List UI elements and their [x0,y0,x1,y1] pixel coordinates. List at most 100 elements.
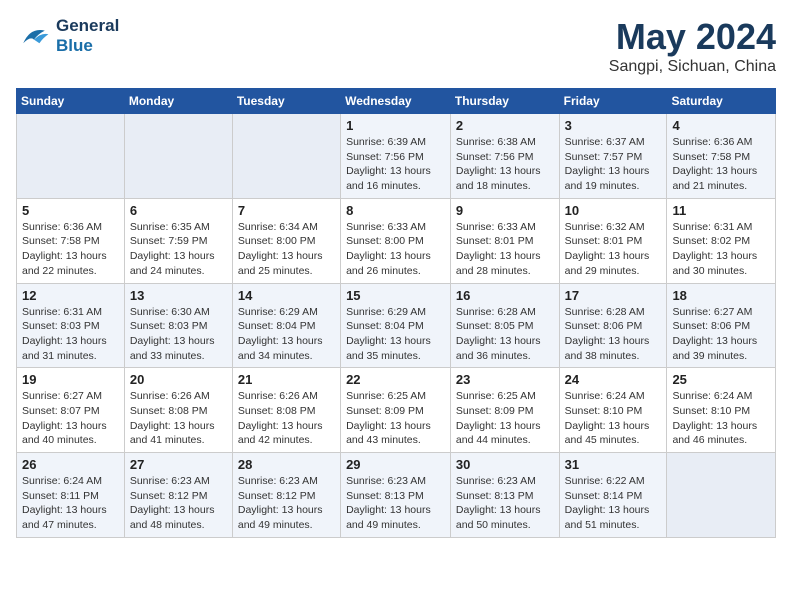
logo: General Blue [16,16,119,56]
calendar-cell: 22 Sunrise: 6:25 AMSunset: 8:09 PMDayligh… [341,368,451,453]
calendar-cell: 29 Sunrise: 6:23 AMSunset: 8:13 PMDayligh… [341,453,451,538]
calendar-cell: 5Sunrise: 6:36 AMSunset: 7:58 PMDaylight… [17,198,125,283]
day-number: 9 [456,203,554,218]
day-info: Sunrise: 6:33 AMSunset: 8:01 PMDaylight:… [456,220,554,279]
day-info: Sunrise: 6:24 AMSunset: 8:10 PMDaylight:… [672,389,770,448]
calendar-cell: 13 Sunrise: 6:30 AMSunset: 8:03 PMDayligh… [124,283,232,368]
calendar-cell: 23Sunrise: 6:25 AMSunset: 8:09 PMDayligh… [450,368,559,453]
calendar-cell: 10 Sunrise: 6:32 AMSunset: 8:01 PMDayligh… [559,198,667,283]
calendar-cell: 28 Sunrise: 6:23 AMSunset: 8:12 PMDayligh… [232,453,340,538]
calendar-cell [124,114,232,199]
day-number: 21 [238,372,335,387]
day-info: Sunrise: 6:23 AMSunset: 8:12 PMDaylight:… [238,474,335,533]
day-info: Sunrise: 6:31 AMSunset: 8:03 PMDaylight:… [22,305,119,364]
logo-text: General Blue [56,16,119,56]
weekday-header-thursday: Thursday [450,89,559,114]
day-info: Sunrise: 6:23 AMSunset: 8:13 PMDaylight:… [456,474,554,533]
day-info: Sunrise: 6:38 AMSunset: 7:56 PMDaylight:… [456,135,554,194]
day-info: Sunrise: 6:24 AMSunset: 8:11 PMDaylight:… [22,474,119,533]
calendar-cell: 21 Sunrise: 6:26 AMSunset: 8:08 PMDayligh… [232,368,340,453]
day-info: Sunrise: 6:39 AMSunset: 7:56 PMDaylight:… [346,135,445,194]
day-number: 25 [672,372,770,387]
calendar-week-row: 26 Sunrise: 6:24 AMSunset: 8:11 PMDayligh… [17,453,776,538]
month-title: May 2024 [609,16,776,58]
day-number: 24 [565,372,662,387]
day-info: Sunrise: 6:37 AMSunset: 7:57 PMDaylight:… [565,135,662,194]
weekday-header-saturday: Saturday [667,89,776,114]
day-info: Sunrise: 6:25 AMSunset: 8:09 PMDaylight:… [456,389,554,448]
day-number: 11 [672,203,770,218]
day-number: 19 [22,372,119,387]
day-number: 3 [565,118,662,133]
calendar-cell: 6 Sunrise: 6:35 AMSunset: 7:59 PMDaylight… [124,198,232,283]
day-number: 13 [130,288,227,303]
day-number: 4 [672,118,770,133]
calendar-cell: 15Sunrise: 6:29 AMSunset: 8:04 PMDayligh… [341,283,451,368]
day-number: 28 [238,457,335,472]
day-info: Sunrise: 6:32 AMSunset: 8:01 PMDaylight:… [565,220,662,279]
calendar-cell: 7 Sunrise: 6:34 AMSunset: 8:00 PMDaylight… [232,198,340,283]
weekday-header-sunday: Sunday [17,89,125,114]
day-info: Sunrise: 6:34 AMSunset: 8:00 PMDaylight:… [238,220,335,279]
day-number: 14 [238,288,335,303]
calendar-table: SundayMondayTuesdayWednesdayThursdayFrid… [16,88,776,538]
day-number: 15 [346,288,445,303]
day-info: Sunrise: 6:26 AMSunset: 8:08 PMDaylight:… [130,389,227,448]
day-number: 17 [565,288,662,303]
day-number: 7 [238,203,335,218]
calendar-cell [232,114,340,199]
calendar-cell: 3 Sunrise: 6:37 AMSunset: 7:57 PMDaylight… [559,114,667,199]
calendar-cell: 26 Sunrise: 6:24 AMSunset: 8:11 PMDayligh… [17,453,125,538]
weekday-header-friday: Friday [559,89,667,114]
logo-bird-icon [16,18,52,54]
calendar-week-row: 19 Sunrise: 6:27 AMSunset: 8:07 PMDayligh… [17,368,776,453]
calendar-cell: 30Sunrise: 6:23 AMSunset: 8:13 PMDayligh… [450,453,559,538]
calendar-cell: 25 Sunrise: 6:24 AMSunset: 8:10 PMDayligh… [667,368,776,453]
calendar-cell: 17Sunrise: 6:28 AMSunset: 8:06 PMDayligh… [559,283,667,368]
day-number: 20 [130,372,227,387]
weekday-header-tuesday: Tuesday [232,89,340,114]
calendar-cell: 9 Sunrise: 6:33 AMSunset: 8:01 PMDaylight… [450,198,559,283]
title-block: May 2024 Sangpi, Sichuan, China [609,16,776,76]
day-info: Sunrise: 6:27 AMSunset: 8:06 PMDaylight:… [672,305,770,364]
day-number: 31 [565,457,662,472]
weekday-header-monday: Monday [124,89,232,114]
day-number: 10 [565,203,662,218]
calendar-header-row: SundayMondayTuesdayWednesdayThursdayFrid… [17,89,776,114]
calendar-cell: 2Sunrise: 6:38 AMSunset: 7:56 PMDaylight… [450,114,559,199]
day-info: Sunrise: 6:23 AMSunset: 8:13 PMDaylight:… [346,474,445,533]
day-number: 16 [456,288,554,303]
calendar-week-row: 1Sunrise: 6:39 AMSunset: 7:56 PMDaylight… [17,114,776,199]
calendar-cell [667,453,776,538]
day-info: Sunrise: 6:30 AMSunset: 8:03 PMDaylight:… [130,305,227,364]
day-info: Sunrise: 6:22 AMSunset: 8:14 PMDaylight:… [565,474,662,533]
day-info: Sunrise: 6:36 AMSunset: 7:58 PMDaylight:… [672,135,770,194]
day-number: 5 [22,203,119,218]
calendar-week-row: 12 Sunrise: 6:31 AMSunset: 8:03 PMDayligh… [17,283,776,368]
day-info: Sunrise: 6:25 AMSunset: 8:09 PMDaylight:… [346,389,445,448]
day-number: 26 [22,457,119,472]
day-info: Sunrise: 6:29 AMSunset: 8:04 PMDaylight:… [238,305,335,364]
calendar-cell [17,114,125,199]
day-info: Sunrise: 6:35 AMSunset: 7:59 PMDaylight:… [130,220,227,279]
calendar-week-row: 5Sunrise: 6:36 AMSunset: 7:58 PMDaylight… [17,198,776,283]
calendar-cell: 11Sunrise: 6:31 AMSunset: 8:02 PMDayligh… [667,198,776,283]
day-info: Sunrise: 6:26 AMSunset: 8:08 PMDaylight:… [238,389,335,448]
calendar-cell: 27Sunrise: 6:23 AMSunset: 8:12 PMDayligh… [124,453,232,538]
day-number: 18 [672,288,770,303]
calendar-cell: 24 Sunrise: 6:24 AMSunset: 8:10 PMDayligh… [559,368,667,453]
day-number: 6 [130,203,227,218]
day-number: 22 [346,372,445,387]
calendar-cell: 31 Sunrise: 6:22 AMSunset: 8:14 PMDayligh… [559,453,667,538]
calendar-cell: 14 Sunrise: 6:29 AMSunset: 8:04 PMDayligh… [232,283,340,368]
day-number: 29 [346,457,445,472]
calendar-cell: 16Sunrise: 6:28 AMSunset: 8:05 PMDayligh… [450,283,559,368]
location: Sangpi, Sichuan, China [609,58,776,76]
calendar-cell: 8Sunrise: 6:33 AMSunset: 8:00 PMDaylight… [341,198,451,283]
calendar-cell: 19 Sunrise: 6:27 AMSunset: 8:07 PMDayligh… [17,368,125,453]
calendar-cell: 1Sunrise: 6:39 AMSunset: 7:56 PMDaylight… [341,114,451,199]
day-info: Sunrise: 6:27 AMSunset: 8:07 PMDaylight:… [22,389,119,448]
calendar-cell: 20 Sunrise: 6:26 AMSunset: 8:08 PMDayligh… [124,368,232,453]
day-info: Sunrise: 6:24 AMSunset: 8:10 PMDaylight:… [565,389,662,448]
day-number: 12 [22,288,119,303]
